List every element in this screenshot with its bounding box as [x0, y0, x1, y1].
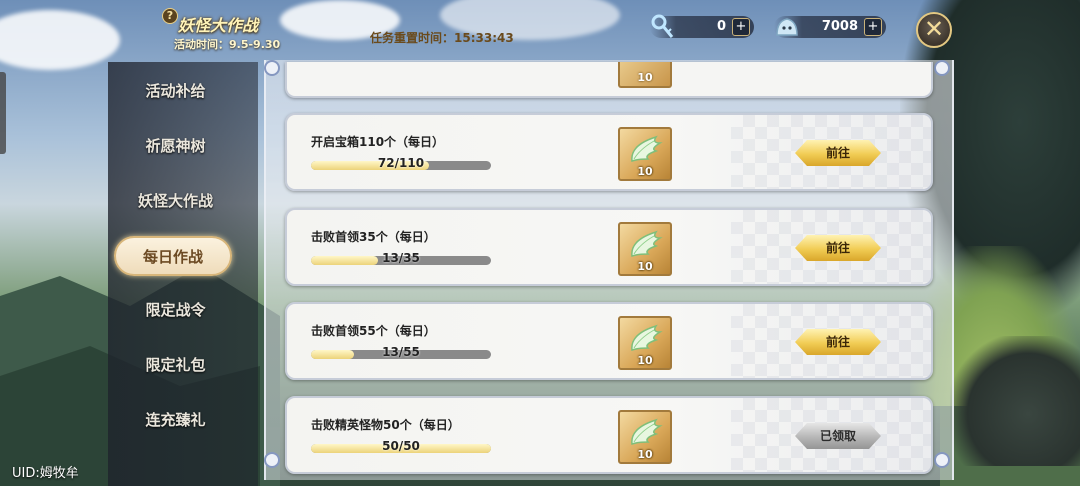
progress-bar: 13/55	[311, 345, 491, 359]
progress-text: 50/50	[382, 439, 420, 453]
wing-icon	[631, 418, 663, 446]
sidebar-item-battle-pass[interactable]: 限定战令	[108, 299, 243, 320]
reward-item[interactable]: 10	[618, 222, 672, 276]
wing-icon	[631, 135, 663, 163]
help-icon[interactable]: ?	[162, 8, 178, 24]
task-card: 击败首领55个（每日） 13/55 10 前往	[285, 302, 933, 380]
currency-key: 0 +	[650, 14, 754, 38]
progress-bar: 72/110	[311, 156, 491, 170]
sidebar: 活动补给 祈愿神树 妖怪大作战 每日作战 限定战令 限定礼包 连充臻礼	[108, 62, 258, 486]
corner-ornament	[934, 60, 950, 76]
rock-scenery	[950, 336, 1080, 466]
reward-item[interactable]: 10	[618, 62, 672, 88]
corner-ornament	[934, 452, 950, 468]
progress-bar: 50/50	[311, 439, 491, 453]
sidebar-item-gift-pack[interactable]: 限定礼包	[108, 354, 243, 375]
go-button[interactable]: 前往	[795, 329, 881, 355]
sidebar-item-wish-tree[interactable]: 祈愿神树	[108, 135, 243, 156]
event-title: 妖怪大作战	[178, 16, 259, 35]
progress-text: 13/35	[382, 251, 420, 265]
cloud	[0, 10, 120, 70]
key-amount: 0	[716, 19, 726, 34]
slime-icon	[776, 18, 798, 36]
wing-icon	[631, 324, 663, 352]
event-time: 活动时间：9.5-9.30	[174, 38, 281, 51]
reward-quantity: 10	[637, 165, 653, 178]
progress-bar: 13/35	[311, 251, 491, 265]
close-icon: ✕	[923, 15, 945, 43]
reward-item[interactable]: 10	[618, 127, 672, 181]
reward-item[interactable]: 10	[618, 410, 672, 464]
reward-quantity: 10	[637, 354, 653, 367]
task-title: 击败首领35个（每日）	[311, 230, 436, 244]
task-title: 击败精英怪物50个（每日）	[311, 418, 460, 432]
task-card: 击败首领35个（每日） 13/35 10 前往	[285, 208, 933, 286]
task-title: 击败首领55个（每日）	[311, 324, 436, 338]
key-icon	[651, 14, 674, 38]
reward-quantity: 10	[637, 71, 653, 84]
slime-amount: 7008	[821, 19, 858, 34]
corner-ornament	[264, 452, 280, 468]
task-title: 开启宝箱110个（每日）	[311, 135, 445, 149]
sidebar-item-supply[interactable]: 活动补给	[108, 80, 243, 101]
task-card-partial: 10	[285, 62, 933, 98]
wing-icon	[631, 230, 663, 258]
go-button[interactable]: 前往	[795, 140, 881, 166]
sidebar-item-monster-battle[interactable]: 妖怪大作战	[108, 190, 243, 211]
sidebar-item-daily-battle[interactable]: 每日作战	[114, 236, 232, 276]
add-key-button[interactable]: +	[732, 18, 750, 36]
user-id: UID:姆牧牟	[12, 466, 79, 481]
progress-text: 13/55	[382, 345, 420, 359]
task-card: 开启宝箱110个（每日） 72/110 10 前往	[285, 113, 933, 191]
progress-text: 72/110	[377, 156, 425, 170]
corner-ornament	[264, 60, 280, 76]
reward-quantity: 10	[637, 448, 653, 461]
sidebar-item-recharge-gift[interactable]: 连充臻礼	[108, 409, 243, 430]
reward-item[interactable]: 10	[618, 316, 672, 370]
claimed-button[interactable]: 已领取	[795, 423, 881, 449]
go-button[interactable]: 前往	[795, 235, 881, 261]
currency-slime: 7008 +	[774, 16, 886, 38]
task-reset-timer: 任务重置时间：15:33:43	[370, 31, 514, 45]
add-slime-button[interactable]: +	[864, 18, 882, 36]
task-card: 击败精英怪物50个（每日） 50/50 10 已领取	[285, 396, 933, 474]
close-button[interactable]: ✕	[916, 12, 952, 48]
edge-handle	[0, 72, 6, 154]
reward-quantity: 10	[637, 260, 653, 273]
